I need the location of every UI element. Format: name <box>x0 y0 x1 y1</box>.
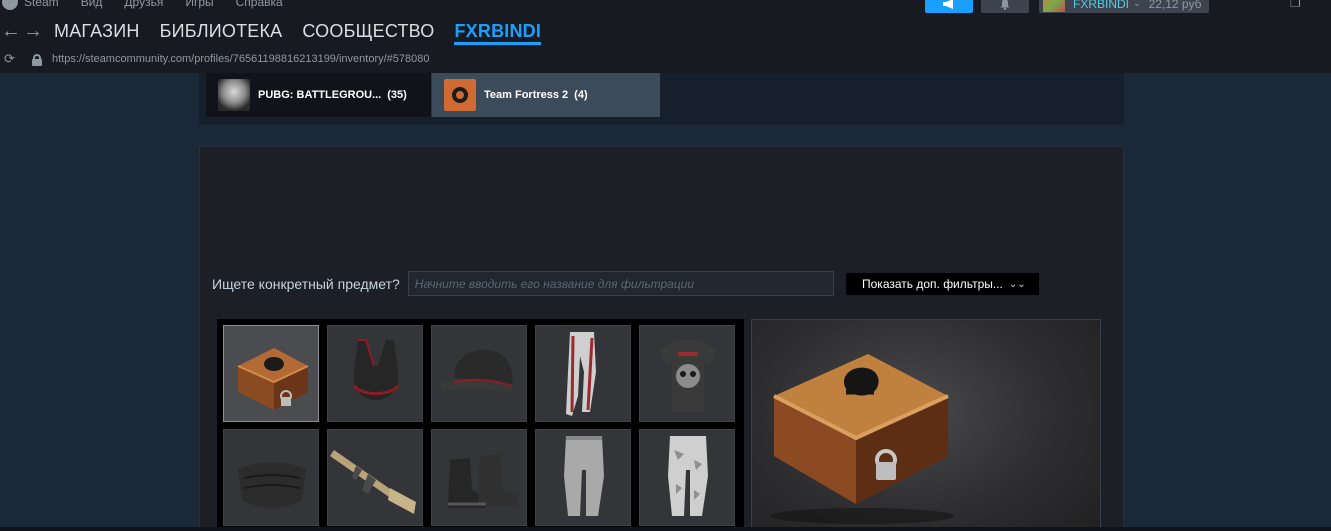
tf2-icon <box>444 79 476 111</box>
menu-view[interactable]: Вид <box>81 0 103 9</box>
filter-input[interactable] <box>407 271 834 296</box>
jogger-pants-icon <box>564 436 604 516</box>
crate-preview-image <box>770 354 954 524</box>
camo-pants-icon <box>668 436 708 516</box>
url-text[interactable]: https://steamcommunity.com/profiles/7656… <box>52 53 430 65</box>
account-name: FXRBINDI <box>1073 0 1130 11</box>
nav-store[interactable]: МАГАЗИН <box>54 16 140 46</box>
item-preview <box>751 319 1101 531</box>
main-nav: ← → МАГАЗИН БИБЛИОТЕКА СООБЩЕСТВО FXRBIN… <box>0 16 561 46</box>
window-restore-icon[interactable]: ❐ <box>1290 0 1301 10</box>
face-mask-icon <box>238 462 306 508</box>
top-right-buttons: FXRBINDI ⌄ 22,12 руб <box>925 0 1210 13</box>
inventory-item[interactable] <box>639 429 735 526</box>
item-grid <box>217 319 744 531</box>
game-tab-name: Team Fortress 2 <box>484 89 569 101</box>
more-filters-label: Показать доп. фильтры... <box>862 277 1003 291</box>
filter-row: Ищете конкретный предмет? <box>212 271 834 296</box>
double-chevron-down-icon: ⌄⌄ <box>1008 278 1026 290</box>
notifications-button[interactable] <box>981 0 1029 13</box>
game-tab-pubg[interactable]: PUBG: BATTLEGROU... (35) <box>206 73 432 117</box>
pubg-helmet-icon <box>218 79 250 111</box>
sports-bra-icon <box>352 339 400 400</box>
wallet-balance: 22,12 руб <box>1148 0 1202 11</box>
skull-tshirt-icon <box>660 340 716 412</box>
nav-library[interactable]: БИБЛИОТЕКА <box>160 16 283 46</box>
nav-profile[interactable]: FXRBINDI <box>454 16 541 46</box>
inventory-item[interactable] <box>431 325 527 422</box>
baseball-cap-icon <box>440 349 514 392</box>
inventory-item[interactable] <box>223 325 319 422</box>
announcement-button[interactable] <box>925 0 973 13</box>
crate-icon <box>237 348 309 410</box>
game-tab-strip: PUBG: BATTLEGROU... (35) Team Fortress 2… <box>199 73 1124 125</box>
forward-arrow-icon[interactable]: → <box>22 18 44 44</box>
inventory-item[interactable] <box>223 429 319 526</box>
game-tab-name: PUBG: BATTLEGROU... <box>258 89 382 101</box>
url-bar: ⟳ https://steamcommunity.com/profiles/76… <box>0 48 430 70</box>
filter-label: Ищете конкретный предмет? <box>212 275 400 292</box>
rifle-icon <box>330 450 416 514</box>
steam-client-header: Steam Вид Друзья Игры Справка FXRBINDI ⌄… <box>0 0 1331 73</box>
game-tab-tf2[interactable]: Team Fortress 2 (4) <box>432 73 660 117</box>
lock-icon <box>32 53 42 66</box>
chevron-down-icon: ⌄ <box>1133 0 1141 8</box>
inventory-item[interactable] <box>535 325 631 422</box>
boots-icon <box>448 454 518 508</box>
bell-icon <box>1000 0 1010 10</box>
back-arrow-icon[interactable]: ← <box>0 18 22 44</box>
game-tab-count: (35) <box>387 89 407 101</box>
menu-bar: Steam Вид Друзья Игры Справка <box>0 0 305 10</box>
reload-icon[interactable]: ⟳ <box>4 51 24 67</box>
page-bottom-edge <box>0 527 1331 531</box>
avatar <box>1043 0 1065 12</box>
menu-steam[interactable]: Steam <box>24 0 59 9</box>
nav-community[interactable]: СООБЩЕСТВО <box>302 16 434 46</box>
inventory-item[interactable] <box>327 429 423 526</box>
menu-games[interactable]: Игры <box>185 0 213 9</box>
menu-friends[interactable]: Друзья <box>124 0 163 9</box>
steam-logo-icon <box>2 0 18 10</box>
inventory-item[interactable] <box>535 429 631 526</box>
inventory-panel: Ищете конкретный предмет? Показать доп. … <box>199 146 1124 531</box>
inventory-item[interactable] <box>431 429 527 526</box>
account-menu[interactable]: FXRBINDI ⌄ 22,12 руб <box>1039 0 1210 13</box>
track-pants-icon <box>566 332 596 416</box>
more-filters-button[interactable]: Показать доп. фильтры... ⌄⌄ <box>846 273 1039 295</box>
inventory-item[interactable] <box>327 325 423 422</box>
inventory-item[interactable] <box>639 325 735 422</box>
game-tab-count: (4) <box>574 89 588 101</box>
menu-help[interactable]: Справка <box>236 0 283 9</box>
megaphone-icon <box>943 0 953 9</box>
